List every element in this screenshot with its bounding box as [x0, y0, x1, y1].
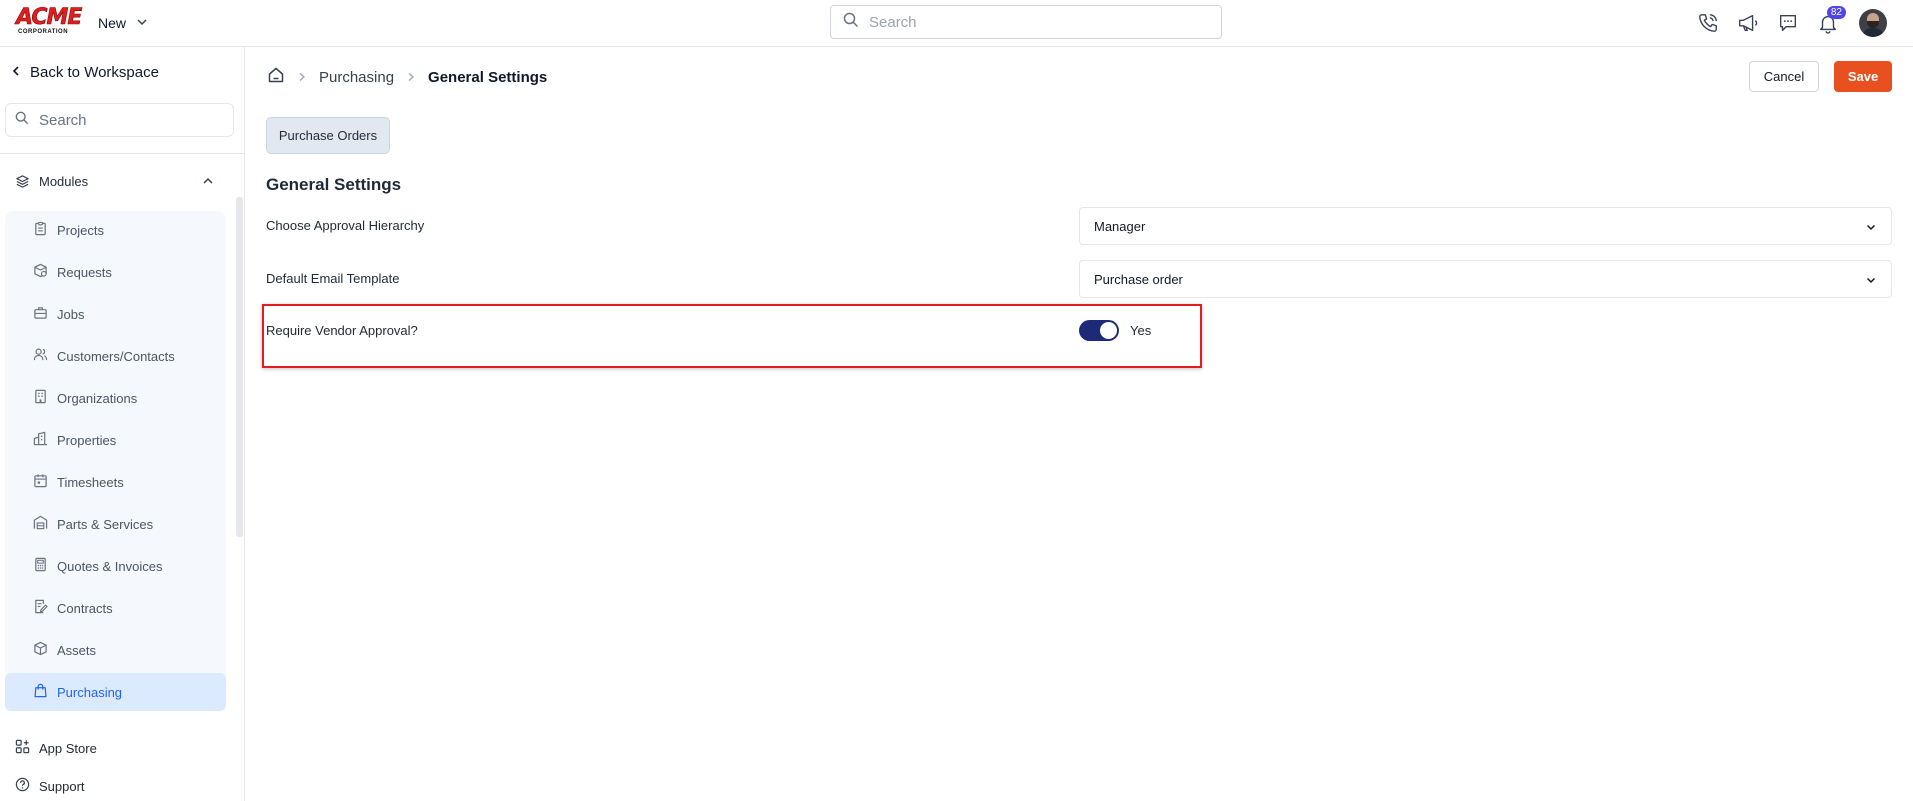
chevron-up-icon[interactable] — [201, 174, 215, 188]
sidebar-search[interactable] — [5, 103, 234, 137]
help-circle-icon — [15, 777, 30, 795]
sidebar-divider — [0, 153, 244, 154]
sidebar-item-timesheets[interactable]: Timesheets — [5, 463, 226, 501]
modules-label: Modules — [39, 173, 89, 189]
avatar-body — [1862, 28, 1884, 37]
users-icon — [33, 347, 48, 365]
contract-icon — [33, 599, 48, 617]
sidebar-item-projects[interactable]: Projects — [5, 211, 226, 249]
avatar-beard — [1867, 21, 1879, 28]
sidebar-item-properties[interactable]: Properties — [5, 421, 226, 459]
logo-text: ACME — [16, 5, 83, 30]
sidebar: Back to Workspace Modules Projects Reque… — [0, 47, 245, 801]
sidebar-item-purchasing[interactable]: Purchasing — [5, 673, 226, 711]
sidebar-item-label: Timesheets — [57, 474, 124, 490]
shopping-bag-icon — [33, 683, 48, 701]
sidebar-search-input[interactable] — [39, 111, 219, 129]
approval-hierarchy-select[interactable]: Manager — [1079, 207, 1892, 245]
sidebar-item-requests[interactable]: Requests — [5, 253, 226, 291]
email-template-select[interactable]: Purchase order — [1079, 260, 1892, 298]
approval-hierarchy-label: Choose Approval Hierarchy — [266, 218, 425, 233]
layers-icon — [15, 174, 30, 189]
calendar-icon — [33, 473, 48, 491]
chevron-down-icon — [1865, 274, 1877, 286]
breadcrumb: Purchasing General Settings — [267, 66, 547, 88]
top-icons: 82 — [1695, 6, 1887, 38]
sidebar-item-quotes-invoices[interactable]: Quotes & Invoices — [5, 547, 226, 585]
approval-hierarchy-value: Manager — [1094, 218, 1146, 234]
sidebar-item-label: Parts & Services — [57, 516, 154, 532]
back-to-workspace-label: Back to Workspace — [30, 64, 159, 81]
support-label: Support — [39, 778, 85, 794]
home-icon[interactable] — [267, 66, 285, 88]
sidebar-item-label: Projects — [57, 222, 104, 238]
modules-list: Projects Requests Jobs Customers/Contact… — [5, 211, 226, 711]
chevron-right-icon — [297, 72, 307, 82]
sidebar-item-contracts[interactable]: Contracts — [5, 589, 226, 627]
breadcrumb-current: General Settings — [428, 68, 548, 86]
phone-icon[interactable] — [1695, 10, 1721, 36]
new-menu-button[interactable]: New — [98, 13, 148, 33]
notification-badge: 82 — [1826, 6, 1846, 19]
sidebar-item-label: Organizations — [57, 390, 138, 406]
chat-icon[interactable] — [1775, 10, 1801, 36]
vendor-approval-value: Yes — [1130, 323, 1152, 338]
briefcase-icon — [33, 305, 48, 323]
clipboard-icon — [33, 221, 48, 239]
cube-icon — [33, 641, 48, 659]
warehouse-icon — [33, 515, 48, 533]
search-icon — [843, 12, 859, 33]
sidebar-item-label: Properties — [57, 432, 117, 448]
calculator-icon — [33, 557, 48, 575]
app-store-label: App Store — [39, 740, 97, 756]
chevron-left-icon — [10, 64, 22, 81]
section-title: General Settings — [266, 175, 402, 194]
sidebar-item-label: Purchasing — [57, 684, 123, 700]
acme-logo[interactable]: ACME CORPORATION — [16, 5, 83, 36]
sidebar-scrollbar[interactable] — [236, 197, 243, 537]
email-template-value: Purchase order — [1094, 271, 1183, 287]
top-bar: ACME CORPORATION New 82 — [0, 0, 1913, 47]
toggle-knob — [1100, 322, 1117, 339]
avatar[interactable] — [1859, 9, 1887, 37]
sidebar-item-customers-contacts[interactable]: Customers/Contacts — [5, 337, 226, 375]
sidebar-item-label: Customers/Contacts — [57, 348, 175, 364]
modules-header[interactable]: Modules — [15, 171, 215, 191]
chevron-down-icon — [1865, 221, 1877, 233]
global-search-input[interactable] — [869, 13, 1199, 31]
sidebar-item-support[interactable]: Support — [15, 777, 85, 795]
global-search[interactable] — [830, 5, 1222, 39]
search-icon — [15, 111, 29, 130]
bell-icon[interactable]: 82 — [1815, 6, 1846, 36]
sidebar-item-assets[interactable]: Assets — [5, 631, 226, 669]
chevron-right-icon — [406, 72, 416, 82]
sidebar-item-app-store[interactable]: App Store — [15, 739, 97, 757]
sidebar-item-label: Jobs — [57, 306, 85, 322]
property-icon — [33, 431, 48, 449]
sidebar-item-organizations[interactable]: Organizations — [5, 379, 226, 417]
sidebar-item-parts-services[interactable]: Parts & Services — [5, 505, 226, 543]
cancel-button[interactable]: Cancel — [1749, 61, 1819, 92]
sidebar-item-jobs[interactable]: Jobs — [5, 295, 226, 333]
vendor-approval-label: Require Vendor Approval? — [266, 323, 418, 338]
sidebar-item-label: Assets — [57, 642, 97, 658]
megaphone-icon[interactable] — [1735, 10, 1761, 36]
chevron-down-icon — [136, 15, 148, 31]
save-button[interactable]: Save — [1834, 61, 1892, 92]
app-grid-icon — [15, 739, 30, 757]
vendor-approval-toggle[interactable] — [1079, 320, 1119, 341]
request-box-icon — [33, 263, 48, 281]
new-menu-label: New — [98, 15, 127, 31]
email-template-label: Default Email Template — [266, 271, 400, 286]
building-icon — [33, 389, 48, 407]
sidebar-item-label: Requests — [57, 264, 112, 280]
breadcrumb-parent[interactable]: Purchasing — [319, 69, 394, 86]
sidebar-item-label: Quotes & Invoices — [57, 558, 163, 574]
back-to-workspace-link[interactable]: Back to Workspace — [10, 64, 159, 81]
sidebar-item-label: Contracts — [57, 600, 113, 616]
tab-purchase-orders[interactable]: Purchase Orders — [266, 117, 390, 154]
